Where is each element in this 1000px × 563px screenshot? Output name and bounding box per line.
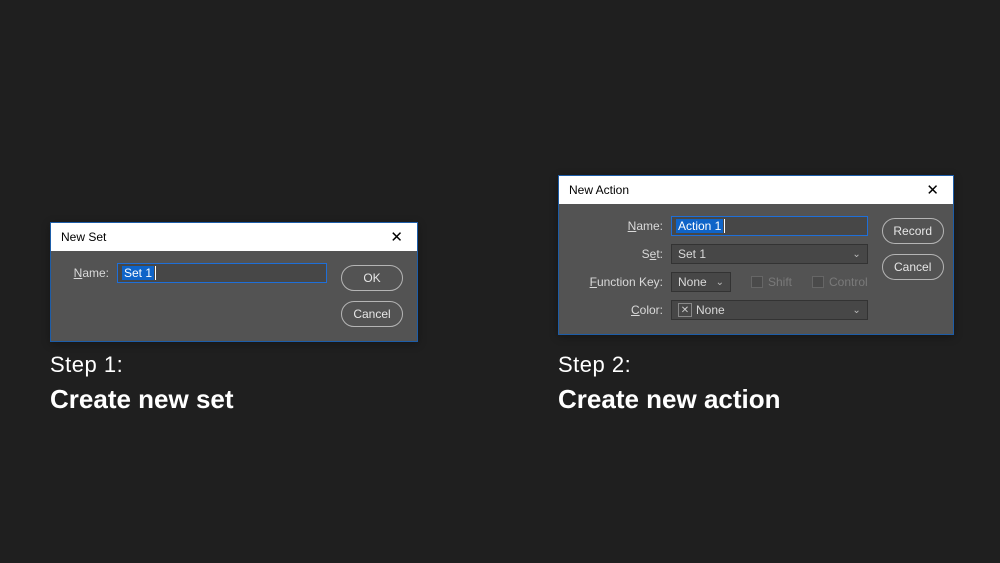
button-column: OK Cancel — [341, 263, 403, 327]
color-dropdown[interactable]: ✕ None ⌄ — [671, 300, 868, 320]
color-label: Color: — [573, 303, 663, 317]
control-checkbox[interactable] — [812, 276, 824, 288]
shift-label: Shift — [768, 275, 792, 289]
set-label: Set: — [573, 247, 663, 261]
name-row: Name: Set 1 — [65, 263, 327, 283]
name-input[interactable]: Action 1 — [671, 216, 868, 236]
dialog-titlebar[interactable]: New Set ✕ — [51, 223, 417, 251]
chevron-down-icon: ⌄ — [852, 305, 860, 316]
step1-caption: Step 1: Create new set — [50, 352, 234, 415]
text-caret — [155, 266, 156, 280]
name-row: Name: Action 1 — [573, 216, 868, 236]
ok-button[interactable]: OK — [341, 265, 403, 291]
name-input[interactable]: Set 1 — [117, 263, 327, 283]
close-icon[interactable]: ✕ — [384, 226, 409, 248]
close-icon[interactable]: ✕ — [920, 179, 945, 201]
chevron-down-icon: ⌄ — [716, 277, 724, 288]
control-label: Control — [829, 275, 868, 289]
control-checkbox-wrap: Control — [812, 275, 868, 289]
none-swatch-icon: ✕ — [678, 303, 692, 317]
form-column: Name: Action 1 Set: Set 1 ⌄ Function Key… — [573, 216, 868, 320]
name-label: Name: — [573, 219, 663, 233]
cancel-button[interactable]: Cancel — [341, 301, 403, 327]
cancel-button[interactable]: Cancel — [882, 254, 944, 280]
form-column: Name: Set 1 — [65, 263, 327, 283]
text-caret — [724, 219, 725, 233]
step-title: Create new set — [50, 384, 234, 415]
function-key-label: Function Key: — [573, 275, 663, 289]
new-action-dialog: New Action ✕ Name: Action 1 Set: Set 1 ⌄… — [558, 175, 954, 335]
step-label: Step 1: — [50, 352, 234, 378]
dialog-body: Name: Action 1 Set: Set 1 ⌄ Function Key… — [559, 204, 953, 334]
shift-checkbox-wrap: Shift — [751, 275, 792, 289]
dialog-title: New Action — [569, 183, 629, 197]
set-row: Set: Set 1 ⌄ — [573, 244, 868, 264]
name-input-value: Action 1 — [676, 219, 723, 233]
step-title: Create new action — [558, 384, 781, 415]
set-dropdown[interactable]: Set 1 ⌄ — [671, 244, 868, 264]
name-input-value: Set 1 — [122, 266, 154, 280]
color-value: None — [696, 303, 725, 317]
new-set-dialog: New Set ✕ Name: Set 1 OK Cancel — [50, 222, 418, 342]
dialog-body: Name: Set 1 OK Cancel — [51, 251, 417, 341]
record-button[interactable]: Record — [882, 218, 944, 244]
step2-caption: Step 2: Create new action — [558, 352, 781, 415]
color-row: Color: ✕ None ⌄ — [573, 300, 868, 320]
set-value: Set 1 — [678, 247, 706, 261]
function-key-dropdown[interactable]: None ⌄ — [671, 272, 731, 292]
function-key-value: None — [678, 275, 707, 289]
button-column: Record Cancel — [882, 216, 944, 280]
dialog-title: New Set — [61, 230, 106, 244]
step-label: Step 2: — [558, 352, 781, 378]
name-label: Name: — [65, 266, 109, 280]
shift-checkbox[interactable] — [751, 276, 763, 288]
dialog-titlebar[interactable]: New Action ✕ — [559, 176, 953, 204]
chevron-down-icon: ⌄ — [852, 249, 860, 260]
function-key-row: Function Key: None ⌄ Shift Control — [573, 272, 868, 292]
